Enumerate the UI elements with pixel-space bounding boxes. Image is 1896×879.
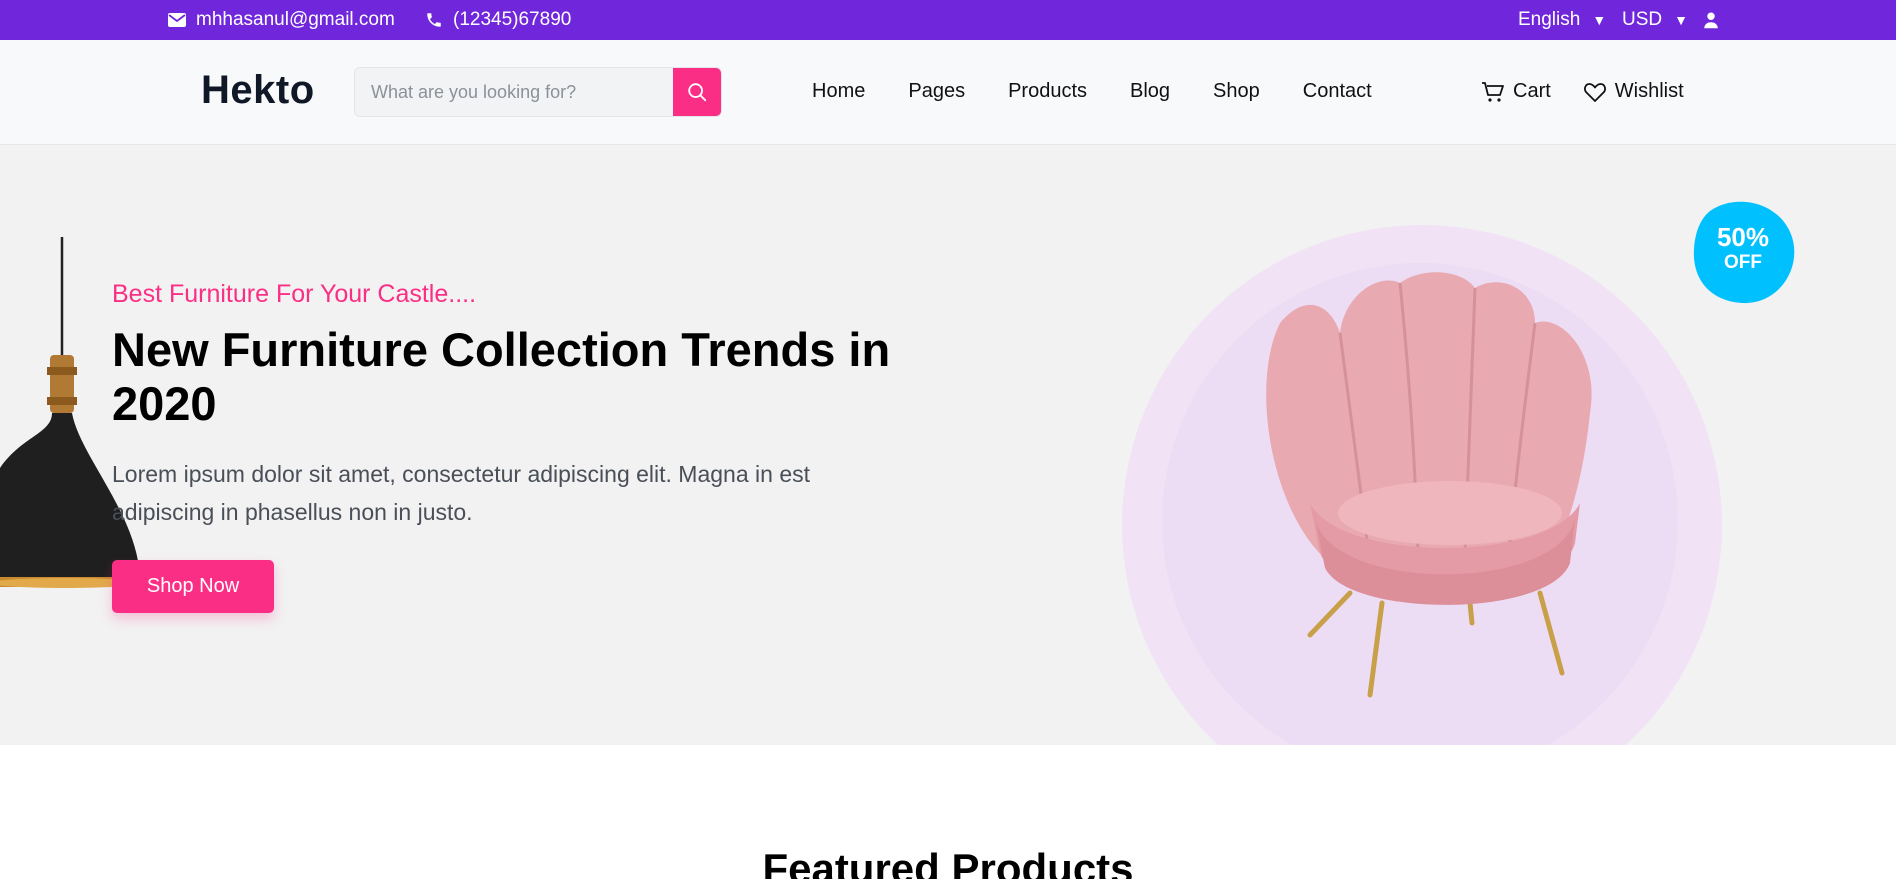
hero-subheading: Best Furniture For Your Castle.... — [112, 280, 477, 308]
shop-now-button[interactable]: Shop Now — [112, 560, 274, 613]
nav-pages[interactable]: Pages — [908, 80, 965, 103]
language-select[interactable]: English ▼ — [1518, 0, 1606, 40]
caret-down-icon: ▼ — [1674, 12, 1688, 28]
discount-off-label: OFF — [1724, 252, 1762, 273]
language-label: English — [1518, 9, 1581, 30]
caret-down-icon: ▼ — [1592, 12, 1607, 28]
phone-text: (12345)67890 — [453, 9, 572, 30]
cart-icon — [1482, 81, 1504, 102]
pink-armchair-image — [1266, 272, 1592, 698]
main-header: Hekto Home Pages Products Blog Shop Cont… — [0, 40, 1896, 145]
nav-shop[interactable]: Shop — [1213, 80, 1260, 103]
search-button[interactable] — [673, 68, 721, 116]
contact-email[interactable]: mhhasanul@gmail.com — [168, 0, 395, 40]
currency-select[interactable]: USD ▼ — [1622, 0, 1688, 40]
contact-phone[interactable]: (12345)67890 — [425, 0, 571, 40]
search-input[interactable] — [355, 68, 673, 116]
search-icon — [688, 83, 707, 102]
mail-icon — [168, 13, 186, 27]
currency-label: USD — [1622, 9, 1663, 30]
nav-home[interactable]: Home — [812, 80, 865, 103]
cart-label: Cart — [1513, 80, 1551, 102]
site-logo[interactable]: Hekto — [201, 68, 315, 113]
search-bar — [354, 67, 722, 117]
heart-icon — [1583, 82, 1606, 102]
cart-button[interactable]: Cart — [1481, 80, 1551, 103]
discount-badge-text: 50% OFF — [1690, 223, 1796, 275]
email-text: mhhasanul@gmail.com — [196, 9, 395, 30]
nav-products[interactable]: Products — [1008, 80, 1087, 103]
hero-description: Lorem ipsum dolor sit amet, consectetur … — [112, 461, 810, 525]
top-bar: mhhasanul@gmail.com (12345)67890 English… — [0, 0, 1896, 40]
account-button[interactable] — [1702, 0, 1720, 40]
nav-blog[interactable]: Blog — [1130, 80, 1170, 103]
discount-percent: 50% — [1716, 222, 1770, 252]
header-actions: Cart Wishlist — [1481, 40, 1684, 143]
phone-icon — [427, 13, 441, 27]
nav-contact[interactable]: Contact — [1303, 80, 1372, 103]
main-nav: Home Pages Products Blog Shop Contact — [812, 40, 1415, 143]
user-icon — [1704, 12, 1718, 29]
hero-headline: New Furniture Collection Trends in 2020 — [112, 323, 891, 430]
featured-products-title: Featured Products — [762, 845, 1134, 879]
hero-banner: Best Furniture For Your Castle.... New F… — [0, 145, 1896, 745]
wishlist-label: Wishlist — [1614, 80, 1684, 102]
wishlist-button[interactable]: Wishlist — [1583, 80, 1684, 103]
